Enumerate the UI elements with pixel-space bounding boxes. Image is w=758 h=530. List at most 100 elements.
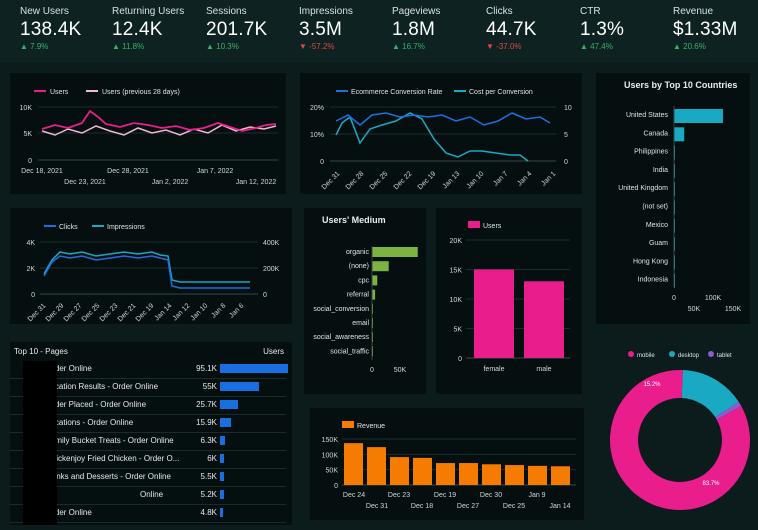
page-title-cell: Order Online: [46, 364, 92, 373]
kpi-sessions[interactable]: Sessions 201.7K ▲ 10.3%: [206, 6, 267, 51]
legend-label: mobile: [637, 353, 655, 359]
x-tick: Jan 7: [492, 170, 509, 187]
gender-chart-panel[interactable]: Users 0 5K 10K 15K 20K female male: [436, 208, 582, 394]
kpi-clicks[interactable]: Clicks 44.7K ▼ -37.0%: [486, 6, 537, 51]
x-tick: Dec 23: [388, 492, 410, 499]
bar[interactable]: [482, 464, 501, 485]
bar[interactable]: [372, 247, 418, 257]
bar[interactable]: [344, 443, 363, 485]
revenue-chart-panel[interactable]: Revenue 0 50K 100K 150K Dec 24 Dec 23 Dec 1…: [310, 408, 584, 520]
slice-label: 15.2%: [643, 382, 661, 388]
bar[interactable]: [436, 463, 455, 485]
users-bar: [220, 454, 225, 463]
legend-label: Revenue: [357, 423, 385, 430]
x-tick: Dec 30: [480, 492, 502, 499]
users-bar: [220, 472, 224, 481]
countries-chart-panel[interactable]: Users by Top 10 Countries United States C…: [596, 73, 750, 324]
bar[interactable]: [674, 109, 723, 123]
clicks-chart-panel[interactable]: Clicks Impressions 4K 2K 0 400K 200K 0 D…: [10, 208, 292, 324]
category-label: (not set): [642, 204, 668, 211]
bar[interactable]: [372, 261, 389, 272]
kpi-pageviews[interactable]: Pageviews 1.8M ▲ 16.7%: [392, 6, 440, 51]
y-tick: 5K: [23, 131, 32, 138]
medium-chart-panel[interactable]: Users' Medium organic (none) cpc referral so…: [304, 208, 426, 394]
y-tick-right: 0: [263, 292, 267, 299]
x-tick: Dec 24: [343, 492, 365, 499]
legend-label: desktop: [678, 353, 700, 359]
x-tick: 50K: [394, 367, 407, 374]
conversion-chart-panel[interactable]: Ecommerce Conversion Rate Cost per Conve…: [300, 73, 582, 194]
gender-bar-chart: Users 0 5K 10K 15K 20K female male: [450, 221, 570, 373]
kpi-value: $1.33M: [673, 19, 738, 40]
kpi-returning-users[interactable]: Returning Users 12.4K ▲ 11.8%: [112, 6, 184, 51]
bar[interactable]: [524, 281, 564, 358]
kpi-impressions[interactable]: Impressions 3.5M ▼ -57.2%: [299, 6, 353, 51]
kpi-value: 1.3%: [580, 19, 625, 40]
kpi-value: 3.5M: [299, 19, 343, 40]
bar[interactable]: [413, 457, 432, 485]
x-tick: Dec 19: [417, 170, 438, 191]
page-title-cell: Order Online: [46, 508, 92, 517]
legend-label: Ecommerce Conversion Rate: [351, 89, 443, 96]
kpi-new-users[interactable]: New Users 138.4K ▲ 7.9%: [20, 6, 81, 51]
x-tick: 50K: [688, 306, 701, 313]
bar[interactable]: [474, 269, 514, 359]
bar[interactable]: [367, 447, 386, 485]
y-tick: 0: [28, 158, 32, 165]
column-header-users[interactable]: Users: [263, 347, 284, 356]
x-tick: Dec 21: [117, 302, 138, 323]
x-tick: female: [483, 366, 504, 373]
bar[interactable]: [551, 466, 570, 485]
x-tick: Jan 7, 2022: [197, 168, 234, 175]
y-tick: 20K: [450, 238, 463, 245]
x-tick: 100K: [705, 295, 722, 302]
users-bar: [220, 436, 225, 445]
bar[interactable]: [674, 127, 685, 142]
top-pages-table[interactable]: Top 10 - Pages Users Order Online 95.1K Lo…: [10, 342, 292, 525]
revenue-bar-chart: Revenue 0 50K 100K 150K Dec 24 Dec 23 Dec 1…: [322, 421, 576, 510]
users-bar: [220, 382, 260, 391]
x-tick: Jan 9: [528, 492, 545, 499]
x-tick: Jan 12, 2022: [236, 179, 277, 186]
bar[interactable]: [459, 463, 478, 485]
kpi-ctr[interactable]: CTR 1.3% ▲ 47.4%: [580, 6, 624, 51]
x-tick: Jan 13: [442, 170, 462, 190]
y-tick: 10K: [20, 105, 33, 112]
y-tick: 150K: [322, 437, 339, 444]
category-label: Hong Kong: [633, 258, 668, 265]
category-label: email: [352, 320, 369, 327]
category-label: Guam: [649, 240, 668, 247]
users-cell: 25.7K: [196, 400, 217, 409]
kpi-change: ▼ -37.0%: [486, 42, 522, 51]
y-tick-right: 200K: [263, 266, 280, 273]
y-tick-right: 0: [564, 159, 568, 166]
legend-label: Users (previous 28 days): [102, 89, 180, 96]
y-tick: 0: [458, 356, 462, 363]
x-tick: Dec 25: [503, 503, 525, 510]
kpi-label: Sessions: [206, 6, 247, 17]
kpi-change: ▲ 10.3%: [206, 42, 239, 51]
clicks-line-chart: Clicks Impressions 4K 2K 0 400K 200K 0 D…: [26, 224, 280, 323]
x-tick: Dec 29: [45, 302, 66, 323]
x-tick: Dec 18, 2021: [21, 168, 63, 175]
kpi-value: 12.4K: [112, 19, 163, 40]
kpi-revenue[interactable]: Revenue $1.33M ▲ 20.6%: [673, 6, 738, 51]
conversion-line-chart: Ecommerce Conversion Rate Cost per Conve…: [310, 89, 572, 191]
clicks-line: [43, 255, 250, 289]
users-cell: 4.8K: [200, 508, 217, 517]
x-tick: Jan 4: [516, 170, 533, 187]
x-tick: Dec 31: [366, 503, 388, 510]
bar[interactable]: [390, 457, 409, 485]
category-label: United States: [626, 112, 669, 119]
bar[interactable]: [528, 465, 547, 485]
legend-swatch-mobile: [628, 351, 634, 357]
arrow-up-icon: ▲: [20, 42, 28, 51]
bar[interactable]: [372, 275, 378, 286]
legend-label: Users: [50, 89, 69, 96]
legend-label: Impressions: [107, 224, 145, 231]
y-tick: 2K: [26, 266, 35, 273]
bar[interactable]: [505, 465, 524, 485]
device-donut-chart[interactable]: mobile desktop tablet 15.2% 83.7%: [598, 340, 758, 530]
users-bar: [220, 400, 239, 409]
users-chart-panel[interactable]: Users Users (previous 28 days) 10K 5K 0 …: [10, 73, 286, 194]
